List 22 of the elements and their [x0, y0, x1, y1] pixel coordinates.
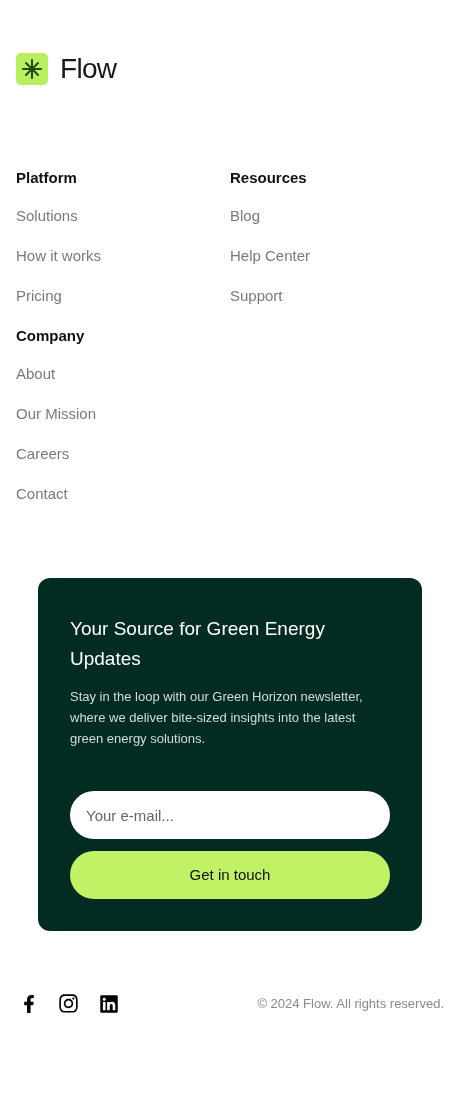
brand-name: Flow: [60, 52, 117, 86]
footer-link[interactable]: About: [16, 364, 56, 384]
footer-link[interactable]: Blog: [230, 206, 261, 226]
column-heading: Company: [16, 326, 86, 346]
footer-link[interactable]: Contact: [16, 484, 68, 504]
column-heading: Resources: [230, 168, 308, 188]
logo-icon: [16, 53, 48, 85]
get-in-touch-button[interactable]: Get in touch: [70, 851, 390, 899]
column-heading: Platform: [16, 168, 78, 188]
footer-link[interactable]: How it works: [16, 246, 101, 266]
footer-link[interactable]: Solutions: [16, 206, 78, 226]
footer-link[interactable]: Support: [230, 286, 283, 306]
instagram-icon[interactable]: [58, 993, 79, 1014]
linkedin-icon[interactable]: [99, 993, 119, 1014]
email-field[interactable]: Your e-mail...: [70, 791, 390, 839]
footer-link[interactable]: Pricing: [16, 286, 62, 306]
footer-link[interactable]: Careers: [16, 444, 70, 464]
newsletter-text: Stay in the loop with our Green Horizon newsletter, where we deliver bite-sized insights into the latest green energy solutions.: [70, 688, 364, 748]
footer-link[interactable]: Our Mission: [16, 404, 97, 424]
footer-link[interactable]: Help Center: [230, 246, 311, 266]
copyright-text: © 2024 Flow. All rights reserved.: [257, 994, 444, 1013]
newsletter-title: Your Source for Green Energy Updates: [70, 617, 326, 671]
